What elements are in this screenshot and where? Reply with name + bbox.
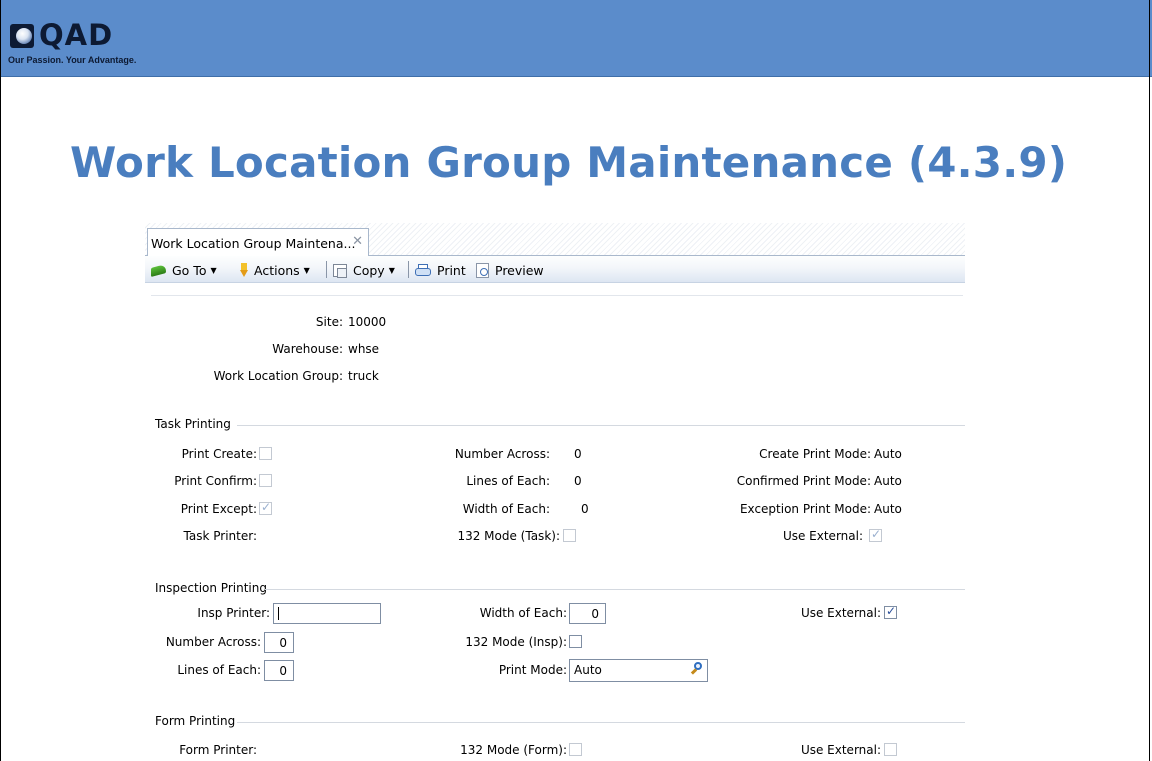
work-location-group-label: Work Location Group: — [213, 369, 343, 383]
insp-lines-of-each-input[interactable]: 0 — [264, 660, 294, 681]
copy-label: Copy — [353, 262, 385, 278]
insp-number-across-input[interactable]: 0 — [264, 632, 294, 653]
insp-number-across-label: Number Across: — [165, 635, 261, 649]
mode-132-task-label: 132 Mode (Task): — [457, 529, 560, 543]
insp-printer-label: Insp Printer: — [197, 606, 270, 620]
dropdown-caret-icon: ▼ — [303, 265, 310, 275]
form-printing-title: Form Printing — [155, 714, 236, 728]
use-external-insp-label: Use External: — [800, 606, 881, 620]
task-printing-title: Task Printing — [155, 417, 231, 431]
mode-132-task-checkbox[interactable] — [563, 529, 576, 542]
lines-of-each-label: Lines of Each: — [466, 474, 550, 488]
goto-arrow-icon — [151, 263, 166, 277]
print-mode-label: Print Mode: — [498, 663, 567, 677]
width-of-each-label: Width of Each: — [462, 502, 550, 516]
slide-banner: QAD Our Passion. Your Advantage. — [0, 0, 1152, 77]
qad-logo: QAD Our Passion. Your Advantage. — [8, 20, 178, 70]
logo-tagline: Our Passion. Your Advantage. — [8, 55, 137, 65]
qad-logo-icon — [10, 24, 34, 48]
print-except-label: Print Except: — [180, 502, 257, 516]
group-divider — [265, 589, 965, 590]
form-printer-label: Form Printer: — [179, 743, 257, 757]
inspection-printing-title: Inspection Printing — [155, 581, 267, 595]
confirmed-print-mode-label: Confirmed Print Mode: — [736, 474, 871, 488]
preview-icon — [476, 262, 489, 278]
slide-title: Work Location Group Maintenance (4.3.9) — [70, 138, 1068, 187]
create-print-mode-label: Create Print Mode: — [759, 447, 871, 461]
print-confirm-label: Print Confirm: — [174, 474, 257, 488]
goto-label: Go To — [172, 262, 207, 278]
print-mode-input[interactable]: Auto — [569, 659, 708, 682]
site-label: Site: — [315, 315, 343, 329]
insp-width-of-each-input[interactable]: 0 — [569, 603, 606, 624]
toolbar-separator — [408, 261, 409, 278]
close-icon[interactable]: ✕ — [352, 234, 363, 249]
use-external-task-checkbox[interactable] — [869, 527, 882, 542]
task-printer-label: Task Printer: — [183, 529, 257, 543]
mode-132-form-label: 132 Mode (Form): — [460, 743, 567, 757]
tab-label: Work Location Group Maintena... — [151, 236, 356, 251]
tab-strip: Work Location Group Maintena... ✕ — [145, 223, 965, 256]
application-window: Work Location Group Maintena... ✕ Go To … — [145, 223, 965, 761]
use-external-form-checkbox[interactable] — [884, 743, 897, 756]
logo-word: QAD — [39, 18, 114, 52]
print-create-checkbox[interactable] — [259, 447, 272, 460]
actions-icon — [240, 263, 248, 277]
insp-printer-input[interactable] — [273, 603, 381, 624]
toolbar-separator — [326, 261, 327, 278]
print-confirm-checkbox[interactable] — [259, 474, 272, 487]
mode-132-insp-label: 132 Mode (Insp): — [465, 635, 567, 649]
group-divider — [237, 425, 965, 426]
print-label: Print — [437, 262, 466, 278]
warehouse-label: Warehouse: — [272, 342, 343, 356]
dropdown-caret-icon: ▼ — [388, 265, 395, 275]
number-across-label: Number Across: — [454, 447, 550, 461]
group-divider — [237, 722, 965, 723]
preview-label: Preview — [495, 262, 544, 278]
create-print-mode-value: Auto — [874, 447, 902, 461]
insp-lines-of-each-label: Lines of Each: — [177, 663, 261, 677]
exception-print-mode-label: Exception Print Mode: — [739, 502, 871, 516]
lookup-search-icon[interactable] — [690, 662, 704, 676]
site-value: 10000 — [348, 315, 387, 329]
goto-button[interactable]: Go To ▼ — [151, 261, 217, 279]
actions-label: Actions — [254, 262, 300, 278]
insp-width-of-each-label: Width of Each: — [479, 606, 567, 620]
width-of-each-value: 0 — [581, 502, 589, 516]
toolbar: Go To ▼ Actions ▼ Copy ▼ Print Preview — [145, 256, 965, 283]
confirmed-print-mode-value: Auto — [874, 474, 902, 488]
mode-132-form-checkbox[interactable] — [569, 743, 582, 756]
copy-button[interactable]: Copy ▼ — [333, 261, 395, 279]
work-location-group-value: truck — [348, 369, 379, 383]
print-except-checkbox[interactable] — [259, 500, 272, 515]
preview-button[interactable]: Preview — [476, 261, 544, 279]
number-across-value: 0 — [574, 447, 582, 461]
dropdown-caret-icon: ▼ — [210, 265, 217, 275]
text-cursor — [278, 607, 279, 620]
print-button[interactable]: Print — [415, 261, 466, 279]
print-mode-value: Auto — [574, 663, 602, 677]
tab-work-location-group-maintenance[interactable]: Work Location Group Maintena... ✕ — [147, 228, 369, 256]
exception-print-mode-value: Auto — [874, 502, 902, 516]
use-external-form-label: Use External: — [800, 743, 881, 757]
warehouse-value: whse — [348, 342, 380, 356]
print-create-label: Print Create: — [181, 447, 257, 461]
use-external-insp-checkbox[interactable] — [884, 604, 897, 619]
lines-of-each-value: 0 — [574, 474, 582, 488]
printer-icon — [415, 263, 431, 277]
copy-icon — [333, 263, 347, 278]
actions-button[interactable]: Actions ▼ — [240, 261, 310, 279]
mode-132-insp-checkbox[interactable] — [569, 635, 582, 648]
divider — [151, 295, 963, 296]
use-external-task-label: Use External: — [782, 529, 863, 543]
